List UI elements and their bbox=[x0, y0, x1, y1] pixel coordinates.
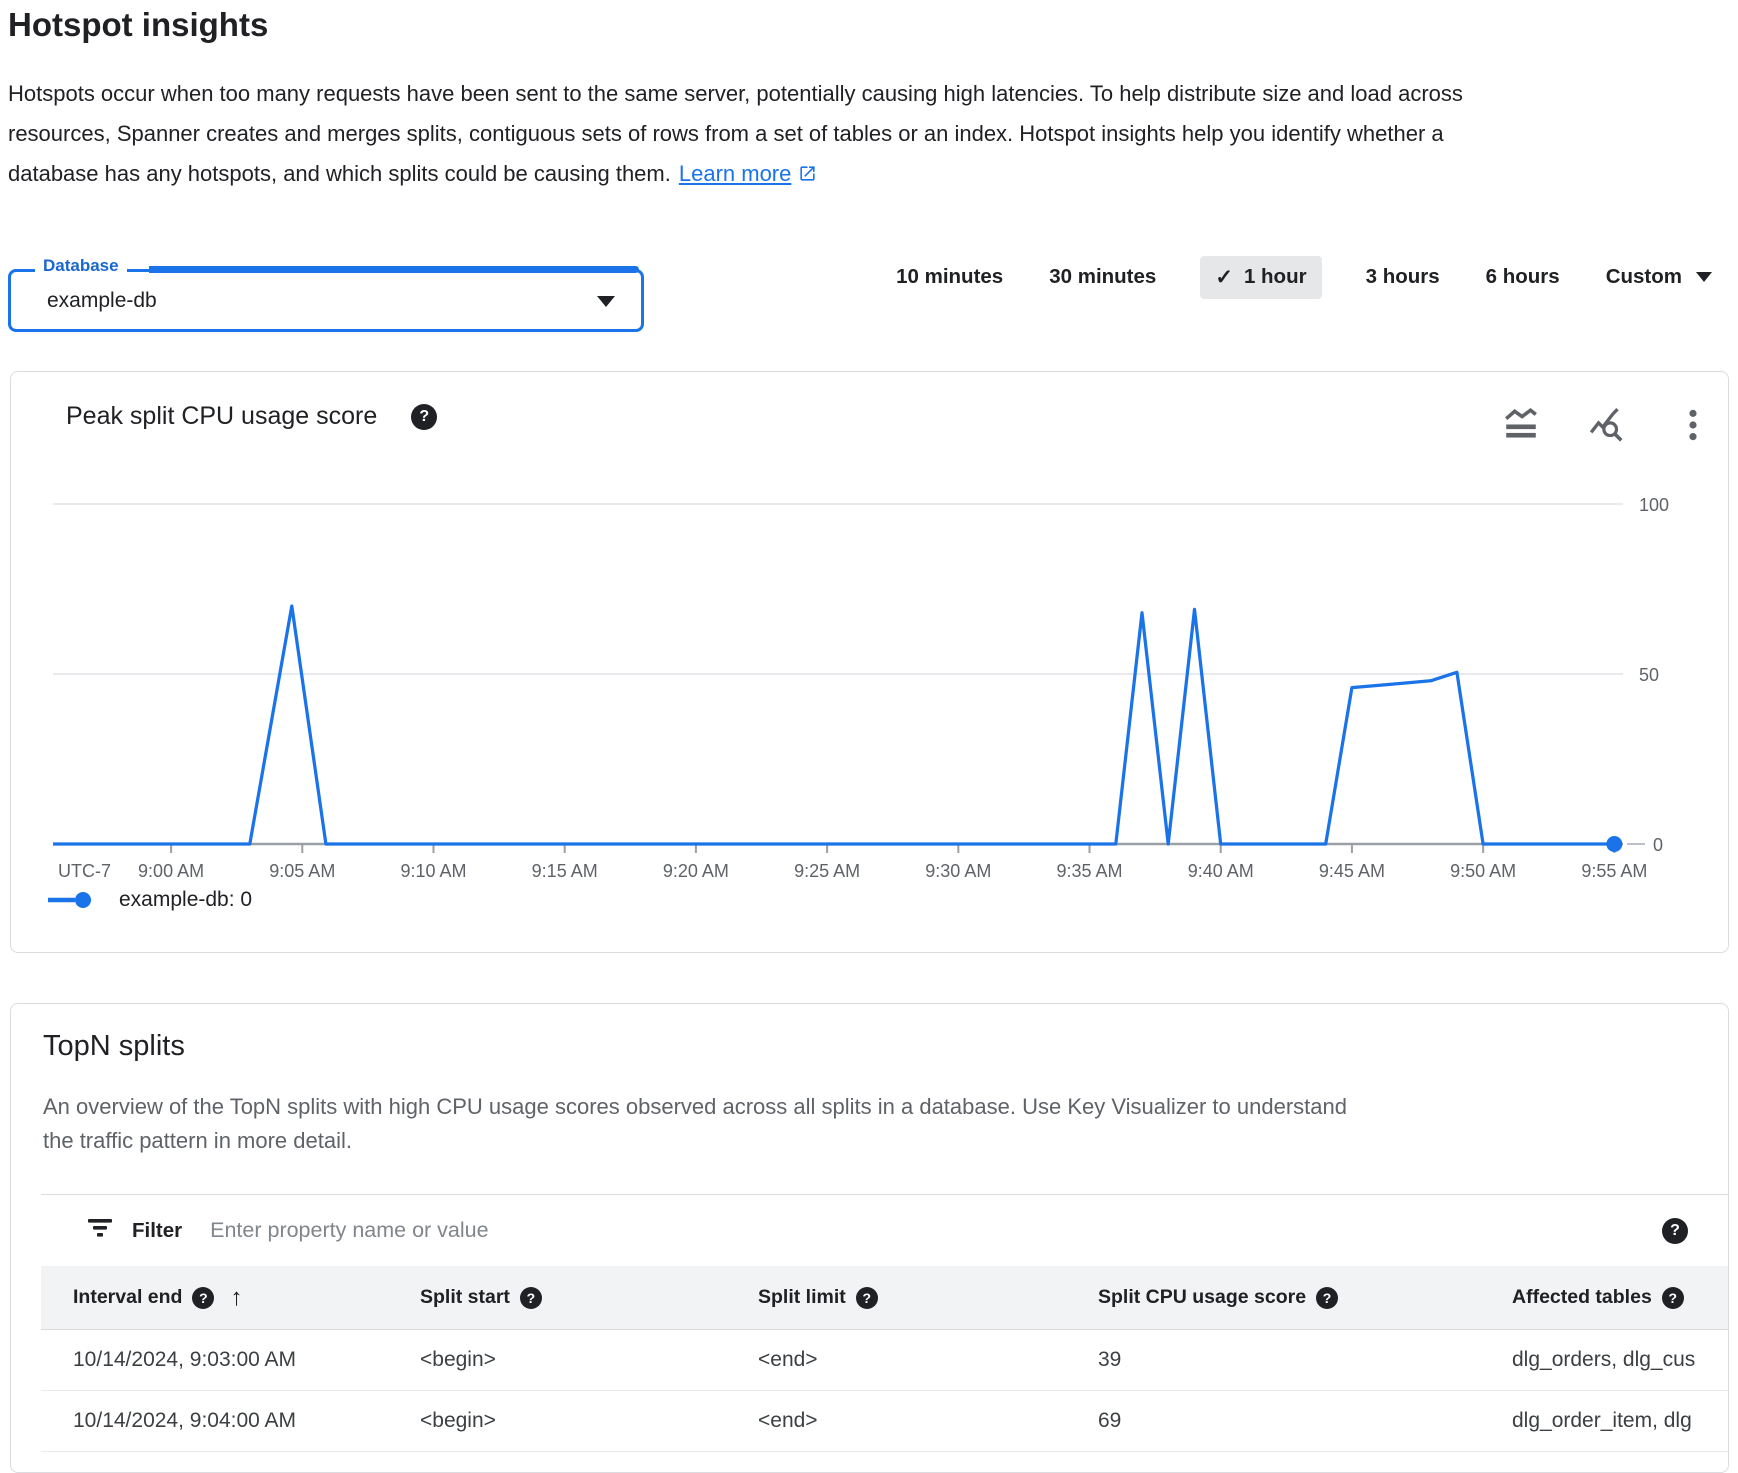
help-icon[interactable]: ? bbox=[856, 1287, 878, 1309]
peak-split-cpu-chart[interactable]: 0 50 100 9:00 AM 9:05 AM 9:10 AM 9:15 AM 9:20 A… bbox=[11, 372, 1728, 952]
description-line-2: resources, Spanner creates and merges sp… bbox=[8, 121, 1444, 146]
time-range-selector: ✓ 10 minutes ✓ 30 minutes ✓ 1 hour ✓ 3 h… bbox=[894, 252, 1714, 302]
y-axis-label: 100 bbox=[1639, 495, 1669, 515]
x-axis-label: 9:05 AM bbox=[269, 861, 335, 881]
x-axis-label: 9:15 AM bbox=[532, 861, 598, 881]
table-cell: <end> bbox=[758, 1409, 1098, 1433]
x-axis-label: 9:45 AM bbox=[1319, 861, 1385, 881]
column-header-label: Interval end bbox=[73, 1286, 182, 1309]
time-range-option-3-hours[interactable]: ✓ 3 hours bbox=[1364, 256, 1442, 298]
learn-more-label: Learn more bbox=[679, 161, 792, 186]
x-axis-label: 9:00 AM bbox=[138, 861, 204, 881]
table-cell: 39 bbox=[1098, 1348, 1512, 1372]
sort-ascending-icon[interactable]: ↑ bbox=[230, 1284, 242, 1312]
table-cell: <begin> bbox=[420, 1348, 758, 1372]
x-axis-label: 9:55 AM bbox=[1581, 861, 1647, 881]
database-label: Database bbox=[35, 256, 127, 276]
filter-icon bbox=[86, 1216, 114, 1245]
time-range-label: 1 hour bbox=[1244, 265, 1307, 289]
table-header: Interval end?↑Split start?Split limit?Sp… bbox=[41, 1266, 1728, 1330]
series-end-dot bbox=[1606, 836, 1622, 852]
x-axis-label: 9:50 AM bbox=[1450, 861, 1516, 881]
description-line-1: Hotspots occur when too many requests ha… bbox=[8, 81, 1463, 106]
x-axis-label: 9:25 AM bbox=[794, 861, 860, 881]
help-icon[interactable]: ? bbox=[520, 1287, 542, 1309]
column-header-split-limit[interactable]: Split limit? bbox=[758, 1286, 1098, 1309]
column-header-split-start[interactable]: Split start? bbox=[420, 1286, 758, 1309]
filter-input[interactable] bbox=[208, 1217, 1662, 1244]
series-line bbox=[53, 606, 1614, 844]
table-row: 10/14/2024, 9:04:00 AM<begin><end>69dlg_… bbox=[41, 1391, 1728, 1452]
table-cell: dlg_order_item, dlg bbox=[1512, 1409, 1728, 1433]
time-range-label: 6 hours bbox=[1486, 265, 1560, 289]
help-icon[interactable]: ? bbox=[1662, 1218, 1688, 1244]
peak-split-cpu-card: Peak split CPU usage score ? bbox=[10, 371, 1729, 953]
topn-title: TopN splits bbox=[43, 1030, 185, 1063]
y-axis-label: 0 bbox=[1653, 835, 1663, 855]
column-header-split-cpu-usage-score[interactable]: Split CPU usage score? bbox=[1098, 1286, 1512, 1309]
topn-description-line-2: the traffic pattern in more detail. bbox=[43, 1128, 352, 1153]
column-header-label: Affected tables bbox=[1512, 1286, 1652, 1309]
table-cell: <begin> bbox=[420, 1409, 758, 1433]
timezone-label: UTC-7 bbox=[58, 861, 111, 881]
help-glyph: ? bbox=[1670, 1222, 1680, 1240]
x-axis-label: 9:10 AM bbox=[400, 861, 466, 881]
x-axis-label: 9:35 AM bbox=[1056, 861, 1122, 881]
table-cell: 10/14/2024, 9:03:00 AM bbox=[73, 1348, 420, 1372]
x-axis-label: 9:40 AM bbox=[1188, 861, 1254, 881]
table-row: 10/14/2024, 9:03:00 AM<begin><end>39dlg_… bbox=[41, 1330, 1728, 1391]
time-range-label: 3 hours bbox=[1366, 265, 1440, 289]
time-range-label: 10 minutes bbox=[896, 265, 1003, 289]
check-icon: ✓ bbox=[1215, 265, 1233, 290]
chevron-down-icon bbox=[1696, 272, 1712, 282]
time-range-custom-label: Custom bbox=[1606, 265, 1682, 289]
table-cell: 69 bbox=[1098, 1409, 1512, 1433]
external-link-icon bbox=[798, 164, 817, 183]
topn-description-line-1: An overview of the TopN splits with high… bbox=[43, 1094, 1347, 1119]
database-label-rule bbox=[149, 266, 639, 273]
column-header-label: Split start bbox=[420, 1286, 510, 1309]
time-range-custom[interactable]: Custom bbox=[1604, 256, 1714, 298]
table-cell: dlg_orders, dlg_cus bbox=[1512, 1348, 1728, 1372]
database-value: example-db bbox=[47, 289, 157, 313]
table-cell: <end> bbox=[758, 1348, 1098, 1372]
filter-bar: Filter ? bbox=[41, 1194, 1728, 1266]
page-title: Hotspot insights bbox=[8, 6, 268, 44]
learn-more-link[interactable]: Learn more bbox=[679, 161, 818, 186]
time-range-label: 30 minutes bbox=[1049, 265, 1156, 289]
topn-description: An overview of the TopN splits with high… bbox=[43, 1090, 1347, 1158]
chart-legend[interactable]: example-db: 0 bbox=[47, 888, 252, 912]
topn-splits-card: TopN splits An overview of the TopN spli… bbox=[10, 1003, 1729, 1473]
legend-text: example-db: 0 bbox=[119, 888, 252, 912]
table-cell: 10/14/2024, 9:04:00 AM bbox=[73, 1409, 420, 1433]
x-axis-label: 9:30 AM bbox=[925, 861, 991, 881]
time-range-option-1-hour[interactable]: ✓ 1 hour bbox=[1200, 256, 1321, 299]
help-icon[interactable]: ? bbox=[1662, 1287, 1684, 1309]
filter-label: Filter bbox=[132, 1219, 182, 1243]
page-description: Hotspots occur when too many requests ha… bbox=[8, 74, 1728, 194]
column-header-interval-end[interactable]: Interval end? ↑ bbox=[73, 1284, 420, 1312]
help-icon[interactable]: ? bbox=[1316, 1287, 1338, 1309]
column-header-affected-tables[interactable]: Affected tables? bbox=[1512, 1286, 1728, 1309]
time-range-option-30-minutes[interactable]: ✓ 30 minutes bbox=[1047, 256, 1158, 298]
time-range-option-10-minutes[interactable]: ✓ 10 minutes bbox=[894, 256, 1005, 298]
chevron-down-icon bbox=[597, 296, 615, 307]
y-axis-label: 50 bbox=[1639, 665, 1659, 685]
series-marker-icon bbox=[47, 890, 93, 910]
x-axis-label: 9:20 AM bbox=[663, 861, 729, 881]
column-header-label: Split CPU usage score bbox=[1098, 1286, 1306, 1309]
table-body: 10/14/2024, 9:03:00 AM<begin><end>39dlg_… bbox=[41, 1330, 1728, 1452]
time-range-option-6-hours[interactable]: ✓ 6 hours bbox=[1484, 256, 1562, 298]
column-header-label: Split limit bbox=[758, 1286, 846, 1309]
help-icon[interactable]: ? bbox=[192, 1287, 214, 1309]
description-line-3: database has any hotspots, and which spl… bbox=[8, 161, 671, 186]
database-select[interactable]: Database example-db bbox=[8, 269, 644, 332]
